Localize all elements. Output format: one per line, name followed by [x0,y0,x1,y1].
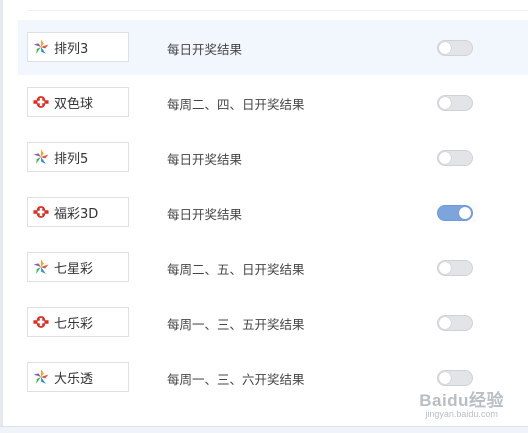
lottery-name-box: 福彩3D [27,197,129,227]
lottery-row-qilecai: 七乐彩 每周一、三、五开奖结果 [18,295,528,350]
welfare-lottery-icon [32,313,50,331]
lottery-row-qixingcai: 七星彩 每周二、五、日开奖结果 [18,240,528,295]
toggle-knob [439,372,451,384]
draw-schedule: 每周一、三、五开奖结果 [167,317,305,332]
welfare-lottery-icon [32,93,50,111]
lottery-name: 排列5 [54,151,89,167]
notify-toggle[interactable] [437,260,473,276]
lottery-name: 双色球 [54,96,94,112]
lottery-name: 福彩3D [54,206,99,222]
star-pinwheel-icon [32,148,50,166]
lottery-row-shuangseqiu: 双色球 每周二、四、日开奖结果 [18,75,528,130]
draw-schedule: 每周一、三、六开奖结果 [167,372,305,387]
notify-toggle[interactable] [437,370,473,386]
star-pinwheel-icon [32,258,50,276]
draw-schedule: 每周二、四、日开奖结果 [167,97,305,112]
notify-toggle[interactable] [437,95,473,111]
toggle-knob [439,97,451,109]
lottery-name-box: 七星彩 [27,252,129,282]
star-pinwheel-icon [32,368,50,386]
lottery-name: 排列3 [54,41,89,57]
top-divider [28,10,528,11]
toggle-knob [439,262,451,274]
notify-toggle[interactable] [437,315,473,331]
draw-schedule: 每日开奖结果 [167,152,243,167]
star-pinwheel-icon [32,38,50,56]
lottery-name: 七星彩 [54,261,94,277]
lottery-name-box: 双色球 [27,87,129,117]
lottery-name-box: 七乐彩 [27,307,129,337]
watermark-url: jingyan.baidu.com [425,409,498,419]
draw-schedule: 每周二、五、日开奖结果 [167,262,305,277]
lottery-row-pailie3: 排列3 每日开奖结果 [18,20,528,75]
lottery-name: 大乐透 [54,371,94,387]
draw-schedule: 每日开奖结果 [167,207,243,222]
toggle-knob [459,207,471,219]
lottery-name-box: 大乐透 [27,362,129,392]
lottery-name-box: 排列5 [27,142,129,172]
draw-schedule: 每日开奖结果 [167,42,243,57]
toggle-knob [439,317,451,329]
toggle-knob [439,42,451,54]
lottery-subscription-list: 排列3 每日开奖结果 双色球 每周二、四、日开奖结果 排列5 每日开奖结果 福彩… [18,20,528,405]
notify-toggle[interactable] [437,205,473,221]
lottery-row-fucai3d: 福彩3D 每日开奖结果 [18,185,528,240]
welfare-lottery-icon [32,203,50,221]
lottery-row-daletou: 大乐透 每周一、三、六开奖结果 [18,350,528,405]
window-left-edge [0,0,3,433]
lottery-row-pailie5: 排列5 每日开奖结果 [18,130,528,185]
notify-toggle[interactable] [437,40,473,56]
lottery-name: 七乐彩 [54,316,94,332]
bottom-border [0,426,528,433]
toggle-knob [439,152,451,164]
notify-toggle[interactable] [437,150,473,166]
lottery-name-box: 排列3 [27,32,129,62]
